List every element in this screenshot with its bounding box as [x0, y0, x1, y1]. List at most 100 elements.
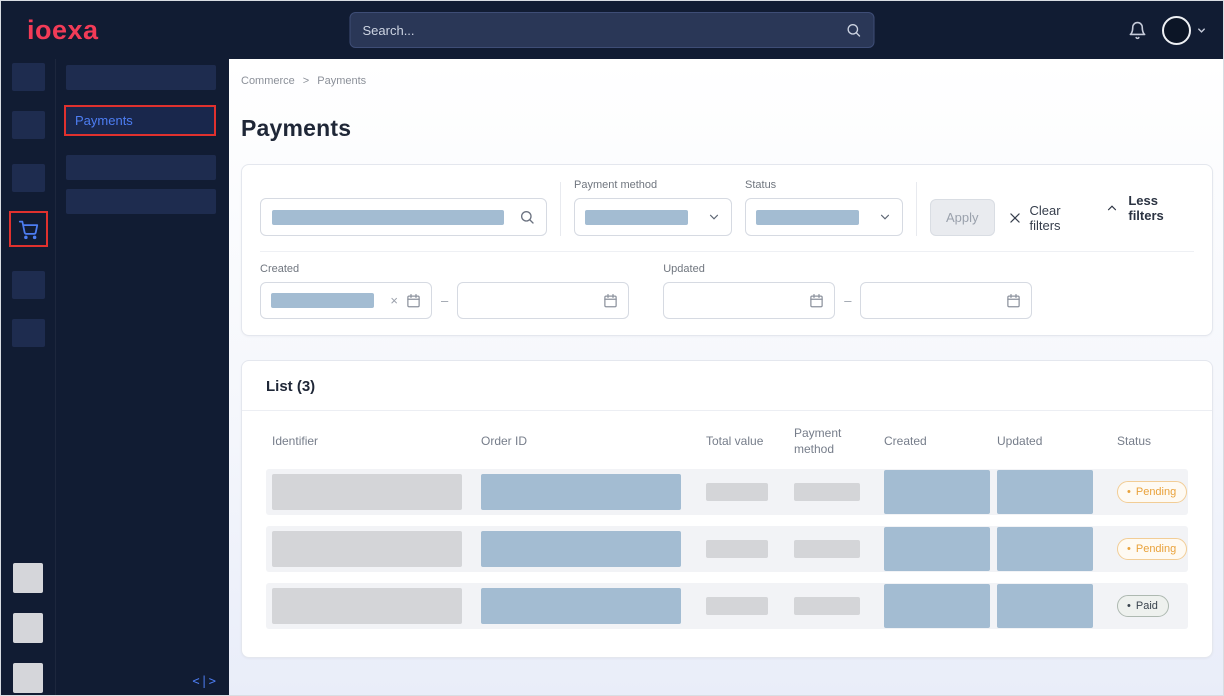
- filter-label: Payment method: [574, 179, 732, 191]
- filter-payment-method: Payment method: [574, 179, 732, 236]
- sidebar-item[interactable]: [66, 155, 216, 180]
- range-separator: –: [441, 293, 448, 308]
- filter-status: Status: [745, 179, 903, 236]
- redacted-total-value: [706, 540, 768, 558]
- redacted-date-value: [271, 293, 374, 308]
- sidebar-item[interactable]: [66, 65, 216, 90]
- status-badge: Pending: [1117, 538, 1187, 560]
- chevron-down-icon: [1196, 25, 1207, 36]
- search-icon: [846, 22, 862, 38]
- table-header-row: Identifier Order ID Total value Payment …: [266, 411, 1188, 469]
- apply-button[interactable]: Apply: [930, 199, 995, 236]
- sidebar-item[interactable]: [66, 189, 216, 214]
- clear-filters-label: Clear filters: [1030, 203, 1093, 233]
- calendar-icon[interactable]: [603, 293, 618, 308]
- status-badge: Paid: [1117, 595, 1169, 617]
- redacted-order-id: [481, 531, 681, 567]
- redacted-identifier: [272, 531, 462, 567]
- less-filters-button[interactable]: Less filters: [1105, 193, 1194, 223]
- sidebar-panel: Payments <|>: [56, 59, 229, 695]
- redacted-total-value: [706, 483, 768, 501]
- column-header-updated: Updated: [997, 433, 1117, 449]
- sidebar-item-payments[interactable]: Payments: [64, 105, 216, 136]
- page-title: Payments: [241, 115, 1213, 142]
- redacted-payment-method: [794, 597, 860, 615]
- rail-nav-item-commerce[interactable]: [9, 211, 48, 247]
- rail-nav-item[interactable]: [12, 164, 45, 192]
- topbar-actions: [1128, 16, 1207, 45]
- redacted-select-value: [756, 210, 859, 225]
- filter-label: Status: [745, 179, 903, 191]
- filters-panel: Payment method Status: [241, 164, 1213, 336]
- clear-date-icon[interactable]: ×: [390, 294, 398, 307]
- redacted-payment-method: [794, 540, 860, 558]
- payments-list-panel: List (3) Identifier Order ID Total value…: [241, 360, 1213, 658]
- status-badge: Pending: [1117, 481, 1187, 503]
- created-from-date-input[interactable]: ×: [260, 282, 432, 319]
- filter-label: Updated: [663, 263, 1032, 275]
- table-row[interactable]: Pending: [266, 469, 1188, 515]
- payments-table: Identifier Order ID Total value Payment …: [242, 411, 1212, 629]
- sidebar-collapse-icon[interactable]: <|>: [192, 674, 217, 688]
- column-header-identifier: Identifier: [266, 433, 481, 449]
- filter-created-range: Created × –: [260, 263, 629, 319]
- avatar[interactable]: [1162, 16, 1191, 45]
- breadcrumb-item[interactable]: Commerce: [241, 75, 295, 87]
- filter-label: Created: [260, 263, 629, 275]
- sidebar-item-label: Payments: [75, 113, 133, 128]
- shopping-cart-icon: [18, 219, 39, 240]
- rail-bottom-item[interactable]: [13, 613, 43, 643]
- list-title: List (3): [242, 361, 1212, 411]
- status-select[interactable]: [745, 198, 903, 236]
- redacted-updated: [997, 470, 1093, 514]
- rail-nav-item[interactable]: [12, 319, 45, 347]
- chevron-up-icon: [1105, 201, 1119, 215]
- rail-bottom-item[interactable]: [13, 563, 43, 593]
- search-input[interactable]: [363, 23, 846, 38]
- filter-updated-range: Updated –: [663, 263, 1032, 319]
- topbar: ioexa: [1, 1, 1223, 59]
- redacted-identifier: [272, 588, 462, 624]
- icon-rail: [1, 59, 56, 695]
- close-icon: [1008, 211, 1022, 225]
- divider: [560, 182, 561, 236]
- user-menu[interactable]: [1162, 16, 1207, 45]
- rail-nav-item[interactable]: [12, 63, 45, 91]
- redacted-created: [884, 527, 990, 571]
- less-filters-label: Less filters: [1128, 193, 1194, 223]
- notifications-bell-icon[interactable]: [1128, 21, 1147, 40]
- brand-logo: ioexa: [27, 15, 99, 46]
- range-separator: –: [844, 293, 851, 308]
- redacted-select-value: [585, 210, 688, 225]
- filters-row-1: Payment method Status: [260, 179, 1194, 236]
- rail-bottom-item[interactable]: [13, 663, 43, 693]
- payment-method-select[interactable]: [574, 198, 732, 236]
- redacted-order-id: [481, 588, 681, 624]
- filters-row-2: Created × –: [260, 251, 1194, 319]
- global-search[interactable]: [350, 12, 875, 48]
- search-icon: [519, 209, 535, 225]
- created-to-date-input[interactable]: [457, 282, 629, 319]
- table-row[interactable]: Paid: [266, 583, 1188, 629]
- updated-from-date-input[interactable]: [663, 282, 835, 319]
- column-header-order-id: Order ID: [481, 433, 706, 449]
- clear-filters-button[interactable]: Clear filters: [1008, 199, 1093, 236]
- column-header-created: Created: [884, 433, 997, 449]
- rail-nav-item[interactable]: [12, 271, 45, 299]
- column-header-status: Status: [1117, 433, 1188, 449]
- redacted-created: [884, 584, 990, 628]
- calendar-icon[interactable]: [406, 293, 421, 308]
- redacted-order-id: [481, 474, 681, 510]
- main-content: Commerce > Payments Payments Paym: [229, 59, 1223, 695]
- calendar-icon[interactable]: [1006, 293, 1021, 308]
- updated-to-date-input[interactable]: [860, 282, 1032, 319]
- rail-nav-item[interactable]: [12, 111, 45, 139]
- redacted-updated: [997, 584, 1093, 628]
- calendar-icon[interactable]: [809, 293, 824, 308]
- redacted-created: [884, 470, 990, 514]
- breadcrumb-separator: >: [303, 75, 309, 87]
- filter-search-input[interactable]: [260, 198, 547, 236]
- breadcrumb: Commerce > Payments: [241, 75, 1213, 87]
- divider: [916, 182, 917, 236]
- table-row[interactable]: Pending: [266, 526, 1188, 572]
